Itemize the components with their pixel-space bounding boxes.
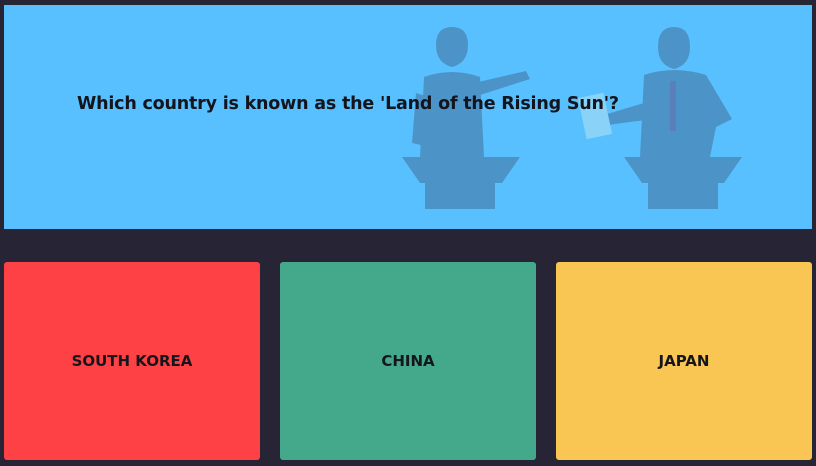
answer-option-china[interactable]: CHINA	[280, 262, 536, 460]
answer-label: SOUTH KOREA	[71, 352, 193, 370]
question-text: Which country is known as the 'Land of t…	[77, 94, 619, 114]
answer-option-south-korea[interactable]: SOUTH KOREA	[4, 262, 260, 460]
question-panel: Which country is known as the 'Land of t…	[4, 5, 812, 229]
answer-option-japan[interactable]: JAPAN	[556, 262, 812, 460]
answer-label: CHINA	[381, 352, 435, 370]
debate-speakers-illustration	[402, 27, 742, 209]
answer-label: JAPAN	[658, 352, 710, 370]
